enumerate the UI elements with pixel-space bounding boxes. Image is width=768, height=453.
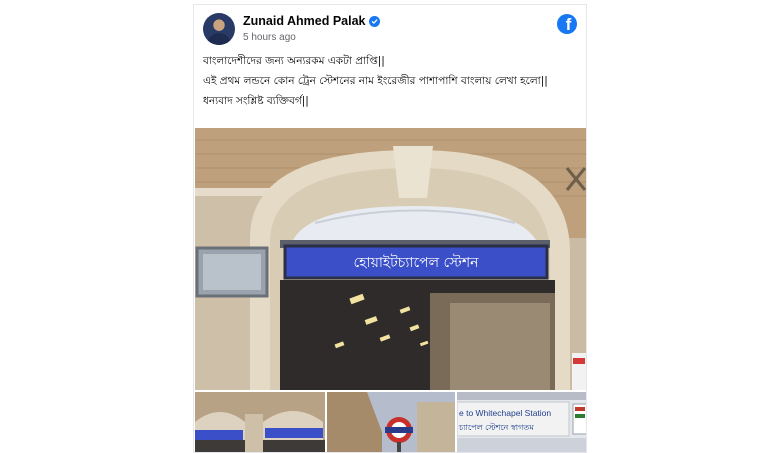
welcome-sign-bengali: চ্যাপেল স্টেশনে স্বাগতম — [458, 422, 534, 432]
facebook-logo-icon: f — [557, 14, 577, 34]
avatar[interactable] — [203, 13, 235, 45]
post-text-line-3: ধন্যবাদ সংশ্লিষ্ট ব্যক্তিবর্গ|| — [203, 95, 309, 107]
welcome-sign-english: e to Whitechapel Station — [459, 408, 551, 418]
facebook-post-card: Zunaid Ahmed Palak 5 hours ago f বাংলাদে… — [193, 4, 587, 453]
verified-badge-icon — [369, 15, 381, 27]
main-photo[interactable]: হোয়াইটচ্যাপেল স্টেশন — [195, 128, 586, 390]
post-header: Zunaid Ahmed Palak 5 hours ago f — [203, 13, 577, 49]
photo-thumbnail-3[interactable]: e to Whitechapel Station চ্যাপেল স্টেশনে… — [457, 392, 586, 452]
photo-thumbnails: e to Whitechapel Station চ্যাপেল স্টেশনে… — [195, 392, 586, 452]
author-row: Zunaid Ahmed Palak — [243, 14, 381, 28]
facebook-logo-letter: f — [565, 15, 572, 34]
post-timestamp[interactable]: 5 hours ago — [243, 32, 296, 43]
post-text: বাংলাদেশীদের জন্য অন্যরকম একটা প্রাপ্তি|… — [203, 54, 577, 114]
station-sign-text: হোয়াইটচ্যাপেল স্টেশন — [353, 254, 479, 271]
author-name[interactable]: Zunaid Ahmed Palak — [243, 14, 365, 28]
post-text-line-1: বাংলাদেশীদের জন্য অন্যরকম একটা প্রাপ্তি|… — [203, 55, 385, 67]
photo-thumbnail-2[interactable] — [327, 392, 455, 452]
photo-thumbnail-1[interactable] — [195, 392, 325, 452]
post-text-line-2: এই প্রথম লন্ডনে কোন ট্রেন স্টেশনের নাম ই… — [203, 75, 548, 87]
